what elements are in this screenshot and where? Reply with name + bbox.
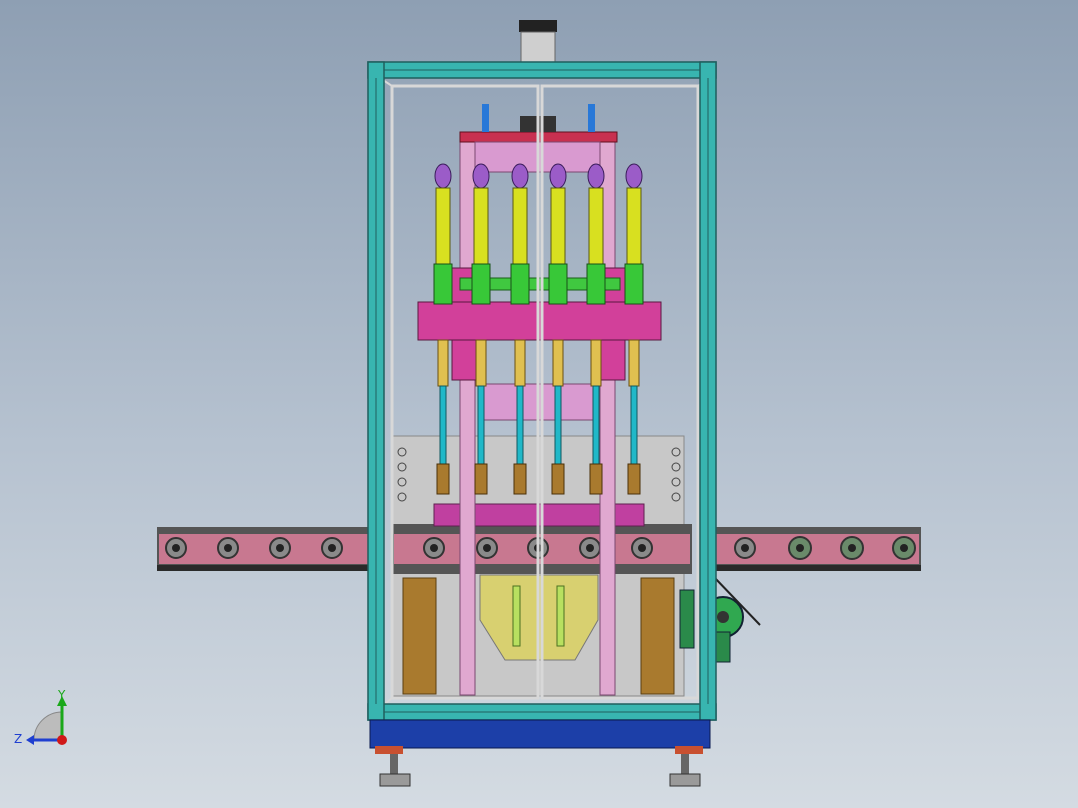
hopper-rod-right <box>556 585 565 647</box>
drive-motor <box>679 575 761 663</box>
orientation-triad[interactable] <box>26 696 67 745</box>
machine-model <box>26 20 921 787</box>
cad-viewport[interactable]: Y Z <box>0 0 1078 808</box>
hopper-rod-left <box>512 585 521 647</box>
z-axis-label: Z <box>14 732 23 746</box>
foot-mount-right <box>675 746 703 754</box>
leveling-foot-left <box>379 754 411 787</box>
top-air-cylinder <box>520 31 556 65</box>
x-axis-dot <box>57 735 67 745</box>
cylinder-cap <box>519 20 557 32</box>
leveling-foot-right <box>669 754 701 787</box>
machine-base <box>369 719 711 749</box>
foot-mount-left <box>375 746 403 754</box>
left-support-plate <box>402 577 437 695</box>
guide-pin-left <box>482 104 489 132</box>
right-support-plate <box>640 577 675 695</box>
left-post <box>459 139 476 696</box>
guide-pin-right <box>588 104 595 132</box>
y-axis-label: Y <box>58 688 66 702</box>
